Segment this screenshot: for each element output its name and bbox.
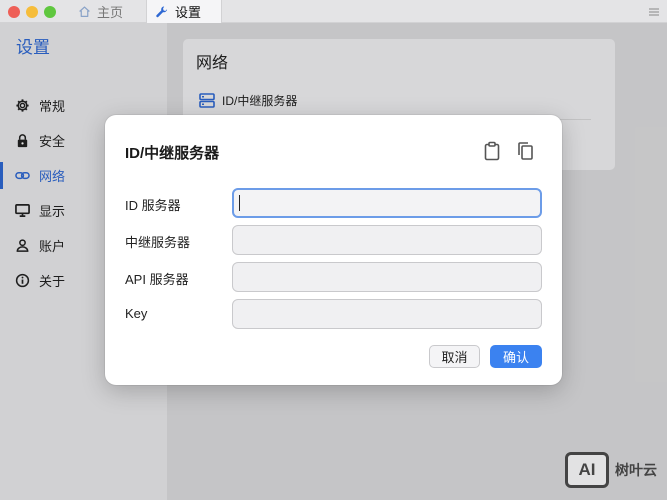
key-input[interactable] bbox=[232, 299, 542, 329]
id-server-label: ID 服务器 bbox=[125, 198, 181, 213]
close-window-button[interactable] bbox=[8, 6, 20, 18]
paste-button[interactable] bbox=[482, 141, 502, 161]
tab-home[interactable]: 主页 bbox=[70, 0, 146, 23]
wrench-icon bbox=[156, 5, 168, 17]
menu-icon[interactable] bbox=[649, 5, 659, 20]
minimize-window-button[interactable] bbox=[26, 6, 38, 18]
confirm-button[interactable]: 确认 bbox=[490, 345, 542, 368]
zoom-window-button[interactable] bbox=[44, 6, 56, 18]
text-caret bbox=[239, 195, 240, 211]
watermark-logo: AI bbox=[565, 452, 609, 488]
cancel-button[interactable]: 取消 bbox=[429, 345, 480, 368]
tab-settings[interactable]: 设置 bbox=[146, 0, 222, 23]
server-settings-dialog: ID/中继服务器 ID 服务器 中继服务器 API 服务器 Key 取消 确认 bbox=[105, 115, 562, 385]
relay-server-label: 中继服务器 bbox=[125, 235, 191, 250]
clipboard-icon bbox=[484, 141, 500, 161]
api-server-label: API 服务器 bbox=[125, 272, 189, 287]
title-bar: 主页 设置 bbox=[0, 0, 667, 23]
api-server-input[interactable] bbox=[232, 262, 542, 292]
watermark-text: 树叶云 bbox=[615, 462, 657, 478]
copy-button[interactable] bbox=[515, 141, 535, 161]
tab-settings-label: 设置 bbox=[175, 5, 202, 20]
key-label: Key bbox=[125, 306, 148, 321]
dialog-title: ID/中继服务器 bbox=[125, 145, 220, 162]
watermark: AI 树叶云 bbox=[565, 452, 657, 488]
copy-icon bbox=[518, 142, 533, 160]
relay-server-input[interactable] bbox=[232, 225, 542, 255]
tab-home-label: 主页 bbox=[97, 5, 124, 20]
id-server-input[interactable] bbox=[232, 188, 542, 218]
home-icon bbox=[79, 6, 90, 17]
